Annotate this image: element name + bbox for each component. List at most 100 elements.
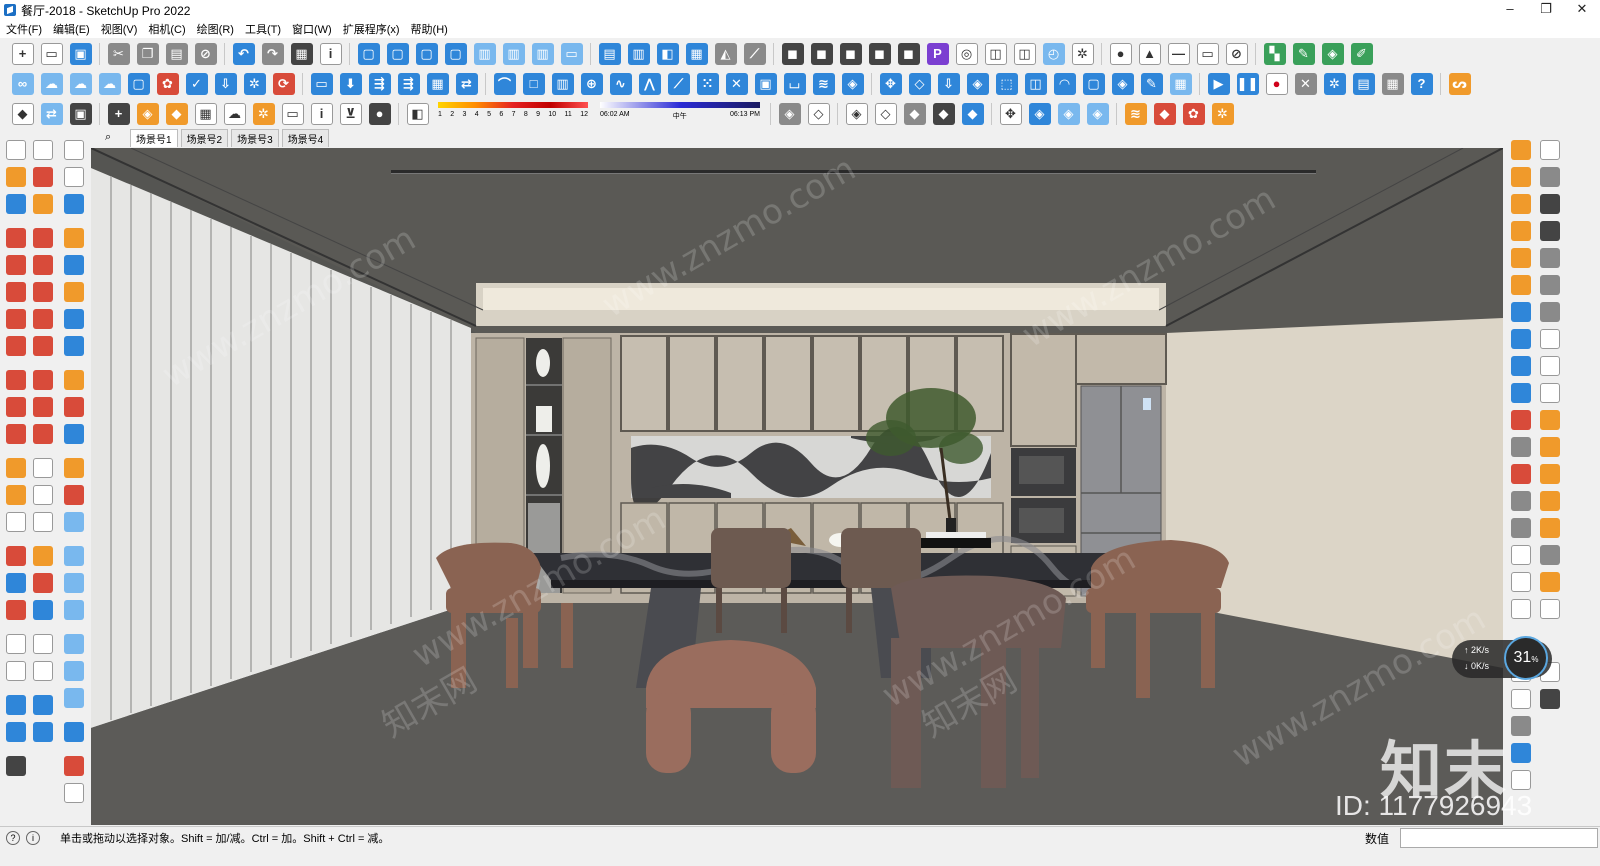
position-camera-icon[interactable] bbox=[6, 634, 26, 654]
paint-bucket-tool-icon[interactable] bbox=[6, 167, 26, 187]
menu-draw[interactable]: 绘图(R) bbox=[197, 21, 234, 37]
sandbox-a-icon[interactable] bbox=[6, 695, 26, 715]
frame-buffer-icon[interactable]: ▤ bbox=[1352, 72, 1375, 95]
circle-tool-icon[interactable] bbox=[6, 282, 26, 302]
cut-icon[interactable]: ✂ bbox=[107, 42, 130, 65]
stop-icon[interactable]: ✕ bbox=[1294, 72, 1317, 95]
new-file-icon[interactable]: + bbox=[11, 42, 34, 65]
cloud-upload-icon[interactable]: ☁ bbox=[223, 102, 246, 125]
zoom-extents-icon[interactable] bbox=[6, 600, 26, 620]
section-c-icon[interactable]: ◆ bbox=[903, 102, 926, 125]
shadow-time-slider[interactable]: 06:02 AM 中午 06:13 PM bbox=[600, 101, 760, 126]
r-slash-gray-icon[interactable] bbox=[1511, 491, 1531, 511]
plugin-flow-c-icon[interactable]: ✿ bbox=[1182, 102, 1205, 125]
make-unique-icon[interactable]: ◼ bbox=[839, 42, 862, 65]
slash-icon[interactable]: ⟋ bbox=[667, 72, 690, 95]
protractor-icon[interactable] bbox=[6, 485, 26, 505]
menu-view[interactable]: 视图(V) bbox=[101, 21, 138, 37]
r-doc-icon[interactable] bbox=[1511, 545, 1531, 565]
r-bottles-icon[interactable] bbox=[1540, 518, 1560, 538]
ext-stamp-icon[interactable] bbox=[64, 458, 84, 478]
menu-tools[interactable]: 工具(T) bbox=[245, 21, 281, 37]
ext-tag-icon[interactable] bbox=[64, 370, 84, 390]
r-desk-icon[interactable] bbox=[1540, 437, 1560, 457]
shaded-icon[interactable]: ◧ bbox=[656, 42, 679, 65]
menu-help[interactable]: 帮助(H) bbox=[411, 21, 448, 37]
warehouse-icon[interactable] bbox=[6, 756, 26, 776]
offset-tool-icon[interactable] bbox=[33, 424, 53, 444]
r-pizza-icon[interactable] bbox=[1540, 572, 1560, 592]
view-iso-icon[interactable]: ▢ bbox=[357, 42, 380, 65]
plugin-orange-icon[interactable]: ᔕ bbox=[1448, 72, 1471, 95]
ext-hand-icon[interactable] bbox=[64, 783, 84, 803]
look-around-icon[interactable] bbox=[33, 634, 53, 654]
orbit-hand-icon[interactable] bbox=[33, 140, 53, 160]
ext-box-icon[interactable] bbox=[64, 282, 84, 302]
make-component-icon[interactable] bbox=[6, 194, 26, 214]
ext-ruler-icon[interactable] bbox=[64, 228, 84, 248]
open-folder-icon[interactable]: ▭ bbox=[40, 42, 63, 65]
mirror-icon[interactable]: ⇄ bbox=[455, 72, 478, 95]
view-front-icon[interactable]: ▢ bbox=[415, 42, 438, 65]
save-icon[interactable]: ▣ bbox=[69, 42, 92, 65]
comment-icon[interactable]: ▭ bbox=[281, 102, 304, 125]
render-settings-icon[interactable]: ✲ bbox=[1323, 72, 1346, 95]
maximize-button[interactable]: ❐ bbox=[1528, 0, 1564, 20]
ext-panel-blue-icon[interactable] bbox=[64, 634, 84, 654]
plugin-pencil-icon[interactable]: ✎ bbox=[1292, 42, 1315, 65]
checker-icon[interactable]: ▦ bbox=[194, 102, 217, 125]
cube-top-icon[interactable]: ◈ bbox=[1057, 102, 1080, 125]
swirl-icon[interactable]: ⟳ bbox=[272, 72, 295, 95]
push-pull-icon[interactable] bbox=[33, 370, 53, 390]
r-chair-icon[interactable] bbox=[1540, 491, 1560, 511]
section-d-icon[interactable]: ◆ bbox=[932, 102, 955, 125]
plugin-brush-icon[interactable]: ✐ bbox=[1350, 42, 1373, 65]
tape-measure-icon[interactable] bbox=[6, 458, 26, 478]
dots-grid-icon[interactable]: ⁙ bbox=[696, 72, 719, 95]
r-cup-icon[interactable] bbox=[1540, 545, 1560, 565]
r-door-icon[interactable] bbox=[1511, 221, 1531, 241]
measurements-input[interactable] bbox=[1400, 828, 1598, 848]
scene-tab-3[interactable]: 场景号3 bbox=[231, 129, 279, 147]
r-board-icon[interactable] bbox=[1511, 167, 1531, 187]
explode-icon[interactable]: ◼ bbox=[868, 42, 891, 65]
ext-weld-icon[interactable] bbox=[64, 194, 84, 214]
user-icon[interactable]: ● bbox=[368, 102, 391, 125]
plugin-flow-a-icon[interactable]: ≋ bbox=[1124, 102, 1147, 125]
plugin-gear-orange-icon[interactable]: ✲ bbox=[1211, 102, 1234, 125]
help-icon[interactable]: ? bbox=[1410, 72, 1433, 95]
r-stairs-icon[interactable] bbox=[1511, 437, 1531, 457]
arc-2pt-icon[interactable] bbox=[33, 309, 53, 329]
view-back-icon[interactable]: ▥ bbox=[473, 42, 496, 65]
zoom-tool-icon[interactable] bbox=[6, 573, 26, 593]
r-plank-icon[interactable] bbox=[1511, 140, 1531, 160]
r-book-icon[interactable] bbox=[1511, 194, 1531, 214]
r-board-b-icon[interactable] bbox=[1540, 464, 1560, 484]
cloud-down-icon[interactable]: ☁ bbox=[98, 72, 121, 95]
ext-cube-blue-icon[interactable] bbox=[64, 600, 84, 620]
arc-3pt-icon[interactable] bbox=[6, 336, 26, 356]
tilt-icon[interactable]: ◇ bbox=[908, 72, 931, 95]
import-icon[interactable]: ⬇ bbox=[339, 72, 362, 95]
rounded-square-icon[interactable]: ▢ bbox=[1082, 72, 1105, 95]
plugin-green-icon[interactable]: ▚ bbox=[1263, 42, 1286, 65]
menu-window[interactable]: 窗口(W) bbox=[292, 21, 332, 37]
download-circle-icon[interactable]: ⇩ bbox=[214, 72, 237, 95]
minimize-button[interactable]: – bbox=[1492, 0, 1528, 20]
pan-tool-icon[interactable] bbox=[33, 546, 53, 566]
ext-gear-red-icon[interactable] bbox=[64, 485, 84, 505]
dimension-icon[interactable] bbox=[33, 458, 53, 478]
layers-stack-icon[interactable]: ≋ bbox=[812, 72, 835, 95]
erase-icon[interactable]: ⊘ bbox=[194, 42, 217, 65]
cart-icon[interactable]: ⊻ bbox=[339, 102, 362, 125]
ext-line-icon[interactable] bbox=[64, 140, 84, 160]
globe-grid-icon[interactable]: ⊕ bbox=[580, 72, 603, 95]
batch-render-icon[interactable]: ▦ bbox=[1381, 72, 1404, 95]
hidden-line-icon[interactable]: ▥ bbox=[627, 42, 650, 65]
play-icon[interactable]: ▶ bbox=[1207, 72, 1230, 95]
ext-tree-icon[interactable] bbox=[64, 255, 84, 275]
select-box-icon[interactable]: ⬚ bbox=[995, 72, 1018, 95]
network-speed-widget[interactable]: ↑ 2K/s ↓ 0K/s 31% bbox=[1452, 636, 1552, 680]
shadows-toggle-icon[interactable]: ◧ bbox=[406, 102, 429, 125]
shield-icon[interactable]: ◈ bbox=[136, 102, 159, 125]
